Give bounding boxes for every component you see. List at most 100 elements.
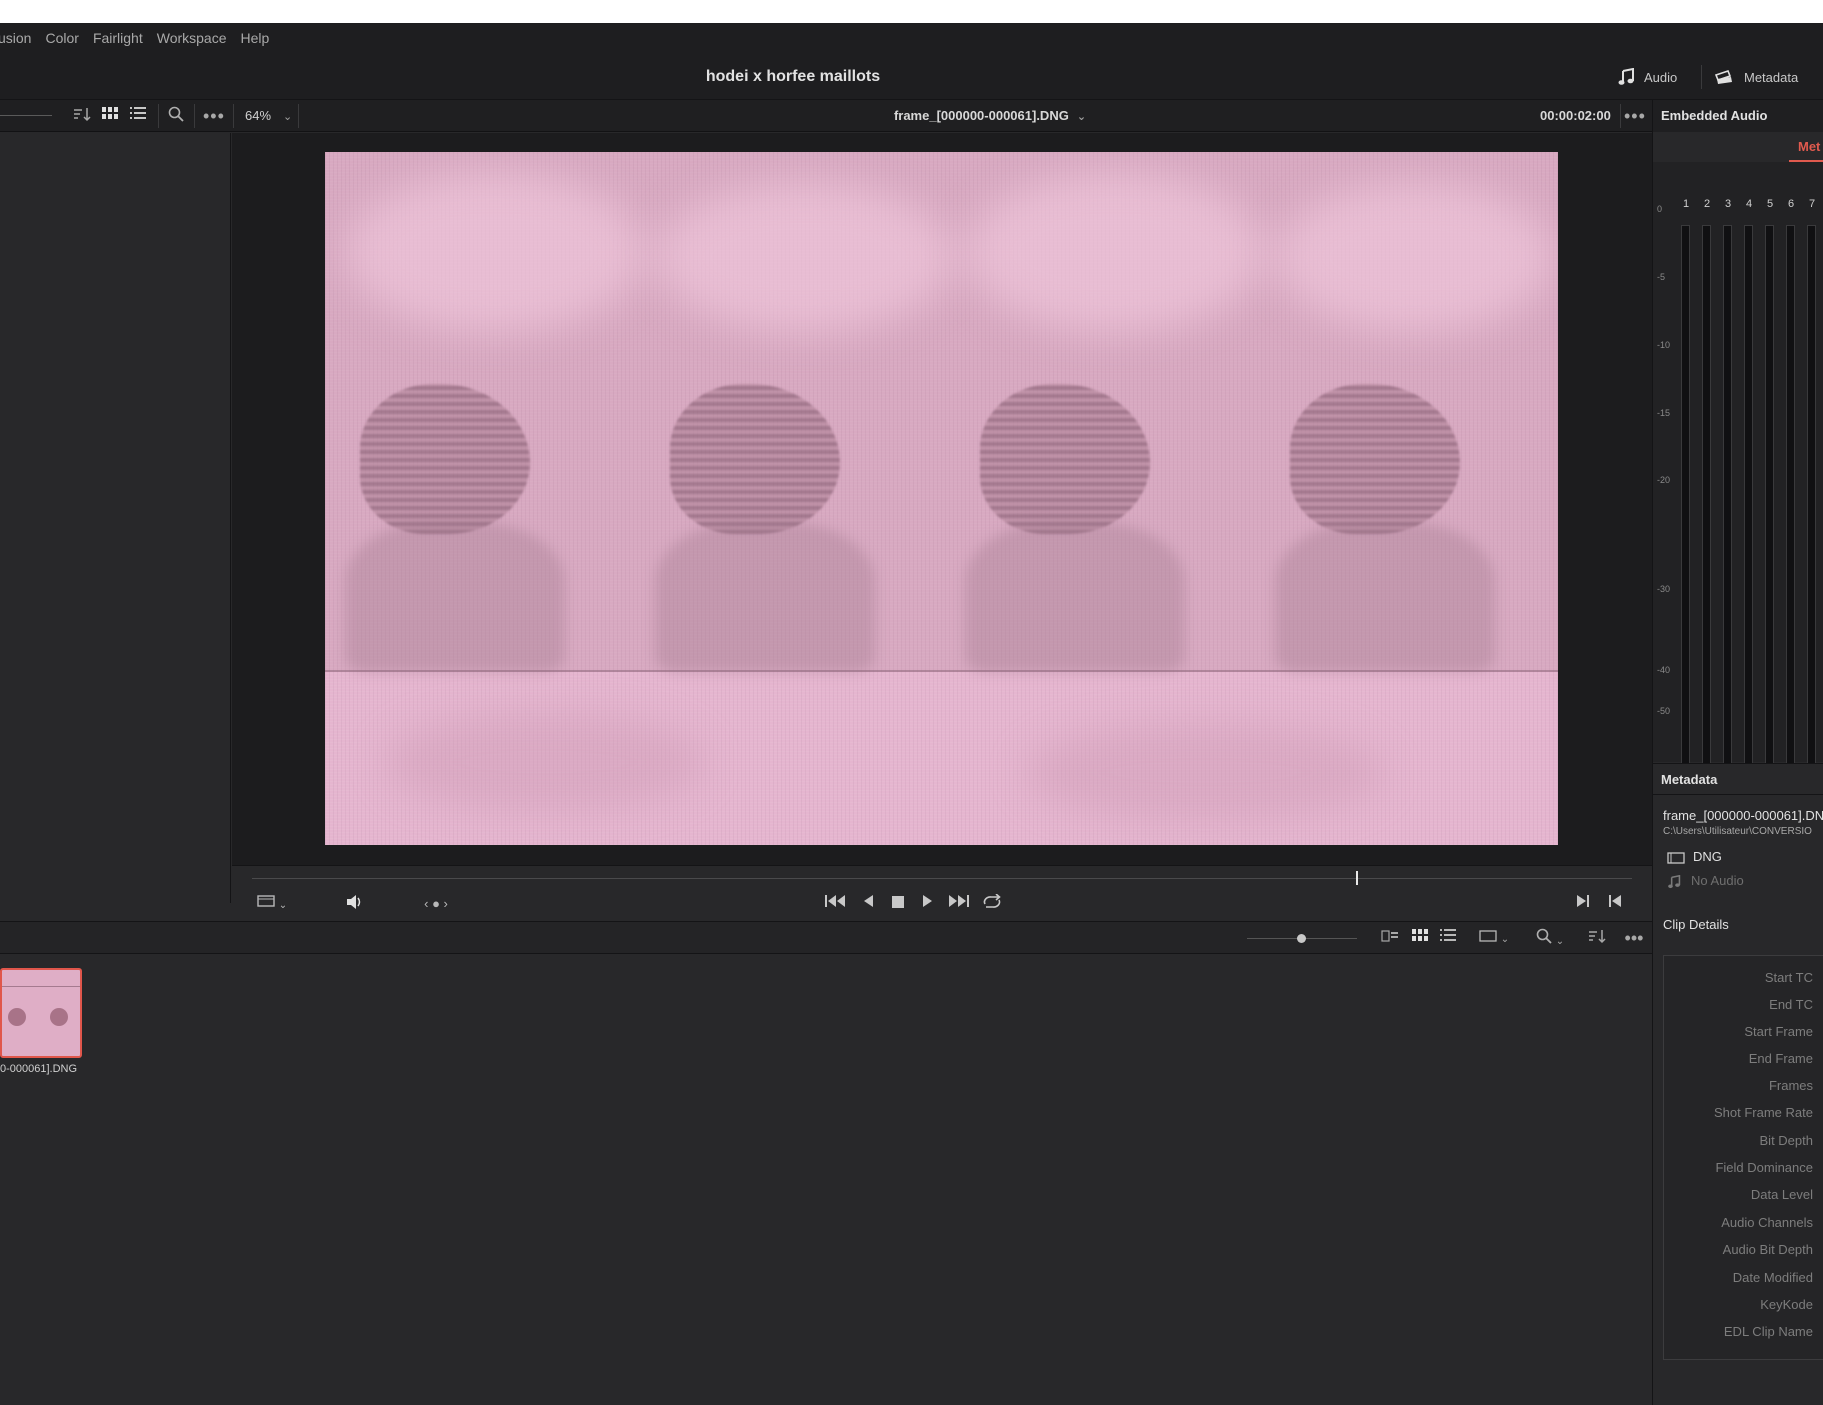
channel-number: 2 xyxy=(1704,198,1711,210)
clip-thumbnail[interactable] xyxy=(0,968,82,1058)
channel-meter xyxy=(1744,225,1753,767)
channel-meter xyxy=(1702,225,1711,767)
source-viewer[interactable] xyxy=(232,133,1652,865)
search-icon xyxy=(1536,928,1552,944)
stop-icon[interactable] xyxy=(888,894,908,914)
sort-icon[interactable] xyxy=(1586,928,1608,948)
channel-meter xyxy=(1807,225,1816,767)
search-field-underline xyxy=(0,115,52,116)
thumbnail-view-icon[interactable] xyxy=(100,106,120,126)
viewer-timecode: 00:00:02:00 xyxy=(1540,108,1611,123)
video-frame xyxy=(325,152,1558,845)
list-view-icon[interactable] xyxy=(128,106,148,126)
viewer-more-options-icon[interactable]: ••• xyxy=(1624,106,1645,126)
go-to-previous-mark-icon[interactable] xyxy=(1606,894,1624,914)
format-row: DNG xyxy=(1667,848,1722,866)
frame-glitch-line xyxy=(325,670,1558,672)
go-to-next-mark-icon[interactable] xyxy=(1574,894,1592,914)
channel-meter xyxy=(1723,225,1732,767)
scrubber-track[interactable] xyxy=(252,878,1632,879)
chevron-down-icon: ⌄ xyxy=(1076,111,1087,123)
media-browser-toolbar: ⌄ ⌄ ••• xyxy=(0,921,1652,954)
metadata-section-title: Metadata xyxy=(1653,763,1823,795)
metadata-tab[interactable]: Met xyxy=(1798,132,1820,162)
frame-figure xyxy=(965,522,1185,672)
zoom-level-dropdown[interactable]: 64% ⌄ xyxy=(245,100,292,132)
media-browser: 0-000061].DNG xyxy=(0,954,1652,1405)
toolbar-separator xyxy=(298,104,299,128)
browser-more-options-icon[interactable]: ••• xyxy=(1622,928,1646,948)
thumbnail-figure xyxy=(8,1008,26,1026)
channel-meter xyxy=(1786,225,1795,767)
embedded-audio-title: Embedded Audio xyxy=(1653,100,1823,132)
search-dropdown[interactable]: ⌄ xyxy=(1530,928,1570,948)
db-scale-label: 0 xyxy=(1657,204,1663,214)
db-scale-label: -50 xyxy=(1657,706,1671,716)
skip-to-end-icon[interactable] xyxy=(946,894,970,914)
viewer-toolbar: ••• 64% ⌄ frame_[000000-000061].DNG ⌄ 00:0… xyxy=(0,100,1652,132)
metadata-panel-button[interactable]: Metadata xyxy=(1714,63,1798,91)
channel-number: 5 xyxy=(1767,198,1774,210)
clip-detail-audio-channels: Audio Channels xyxy=(1721,1215,1813,1230)
clip-detail-end-frame: End Frame xyxy=(1748,1051,1813,1066)
viewer-mode-dropdown[interactable]: ⌄ xyxy=(252,894,292,914)
play-icon[interactable] xyxy=(918,894,938,914)
title-bar: hodei x horfee maillots Audio Metadata xyxy=(0,53,1823,100)
chevron-down-icon: ⌄ xyxy=(1555,936,1565,947)
clip-detail-shot-frame-rate: Shot Frame Rate xyxy=(1714,1105,1813,1120)
chevron-down-icon: ⌄ xyxy=(283,111,293,123)
channel-number: 4 xyxy=(1746,198,1753,210)
db-scale-label: -20 xyxy=(1657,475,1671,485)
rectangle-icon xyxy=(1479,930,1497,942)
more-options-icon[interactable]: ••• xyxy=(203,106,224,126)
loop-icon[interactable] xyxy=(980,893,1004,914)
zoom-level: 64% xyxy=(245,108,272,123)
thumbnail-glitch-line xyxy=(2,986,80,987)
frame-figure xyxy=(345,522,565,672)
playhead[interactable] xyxy=(1356,871,1358,885)
sort-icon[interactable] xyxy=(72,106,92,126)
menu-workspace[interactable]: Workspace xyxy=(157,30,227,46)
menu-fairlight[interactable]: Fairlight xyxy=(93,30,143,46)
db-scale-label: -30 xyxy=(1657,584,1671,594)
frame-figure xyxy=(1275,522,1495,672)
search-icon[interactable] xyxy=(166,106,186,126)
skip-to-start-icon[interactable] xyxy=(824,894,848,914)
thumbnail-view-icon[interactable] xyxy=(1410,928,1430,948)
metadata-view-icon[interactable] xyxy=(1380,928,1400,948)
speaker-icon[interactable] xyxy=(344,894,366,914)
app-window: usion Color Fairlight Workspace Help hod… xyxy=(0,23,1823,1405)
db-scale-label: -15 xyxy=(1657,408,1671,418)
db-scale-label: -5 xyxy=(1657,272,1666,282)
thumbnail-size-slider-knob[interactable] xyxy=(1297,934,1306,943)
media-pool-panel xyxy=(0,133,231,903)
frame-texture xyxy=(1025,722,1385,822)
metadata-file-name: frame_[000000-000061].DNG xyxy=(1663,808,1823,823)
jog-control[interactable]: ‹ ● › xyxy=(416,894,456,914)
list-view-icon[interactable] xyxy=(1438,928,1458,948)
clip-display-dropdown[interactable]: ⌄ xyxy=(1474,928,1514,948)
audio-status-row: No Audio xyxy=(1667,872,1744,890)
channel-number: 6 xyxy=(1788,198,1795,210)
inspector-panel: Embedded Audio Met 1 2 3 4 5 6 7 0 -5 -1… xyxy=(1652,100,1823,1405)
clip-detail-edl-clip-name: EDL Clip Name xyxy=(1723,1324,1813,1339)
clip-detail-audio-bit-depth: Audio Bit Depth xyxy=(1722,1242,1813,1257)
menu-fusion[interactable]: usion xyxy=(0,30,31,46)
transport-controls: ⌄ ‹ ● › xyxy=(232,865,1652,921)
play-reverse-icon[interactable] xyxy=(858,894,878,914)
toolbar-separator xyxy=(158,104,159,128)
music-note-icon xyxy=(1618,68,1634,85)
audio-panel-button[interactable]: Audio xyxy=(1618,63,1677,91)
clip-detail-start-tc: Start TC xyxy=(1764,970,1813,985)
channel-meter xyxy=(1765,225,1774,767)
toolbar-separator xyxy=(233,104,234,128)
metadata-file-path: C:\Users\Utilisateur\CONVERSIO xyxy=(1663,826,1812,837)
menu-help[interactable]: Help xyxy=(241,30,270,46)
music-note-icon xyxy=(1668,874,1681,888)
clip-detail-data-level: Data Level xyxy=(1750,1187,1813,1202)
frame-texture xyxy=(385,712,705,812)
viewer-clip-name-dropdown[interactable]: frame_[000000-000061].DNG ⌄ xyxy=(820,100,1160,132)
menu-color[interactable]: Color xyxy=(45,30,78,46)
clip-detail-frames: Frames xyxy=(1768,1078,1813,1093)
channel-meter xyxy=(1681,225,1690,767)
